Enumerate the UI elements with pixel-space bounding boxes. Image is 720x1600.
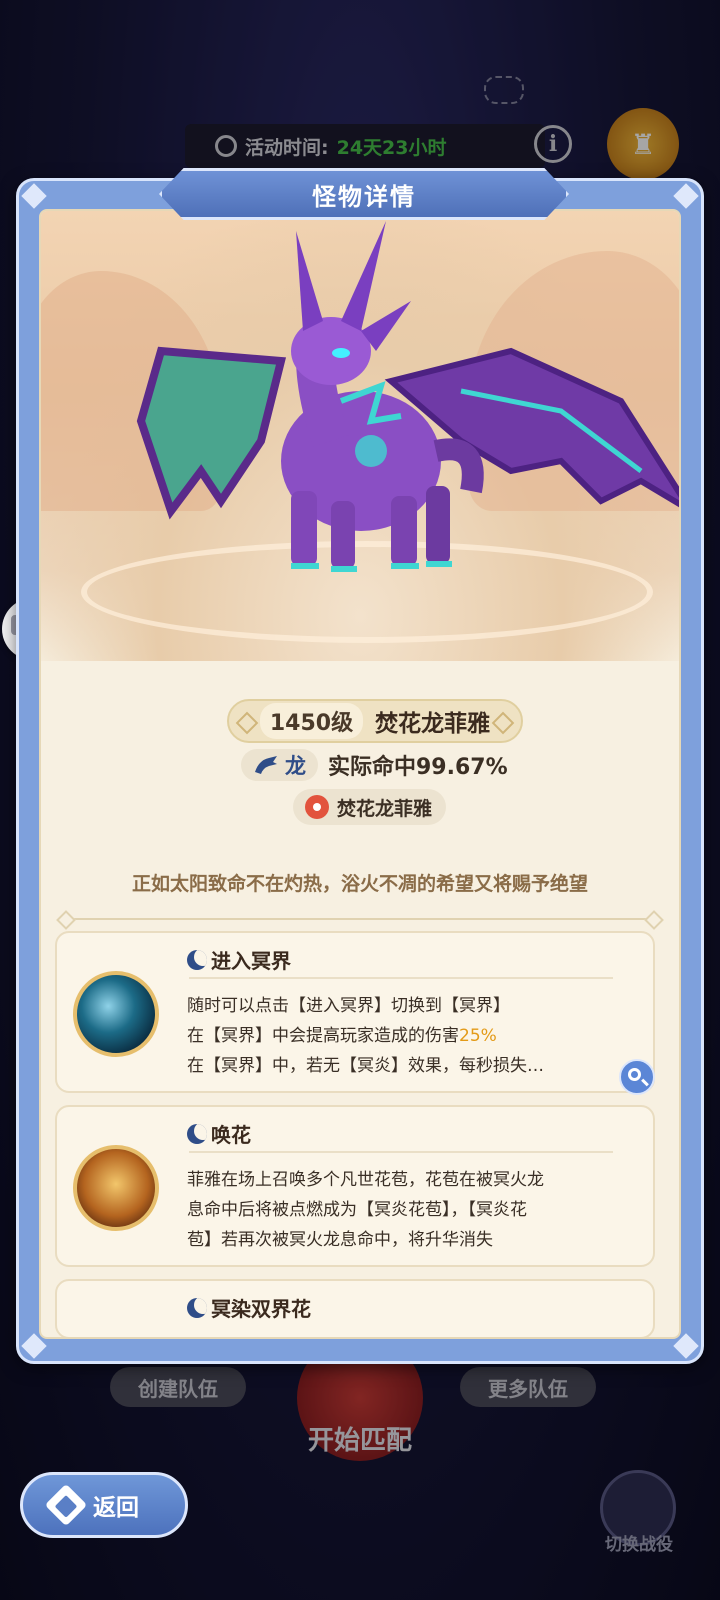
- corner-ornament: [21, 183, 47, 209]
- type-badge: 龙: [241, 749, 318, 781]
- damage-bonus: 25%: [459, 1026, 497, 1046]
- location-label: 焚花龙菲雅: [337, 797, 433, 820]
- section-divider: [59, 918, 661, 920]
- skill-card: 冥染双界花: [55, 1279, 655, 1337]
- monster-detail-modal: 1450级 焚花龙菲雅 龙 实际命中99.67% 焚花龙菲雅 正如太阳致命不在灼…: [16, 168, 704, 1364]
- back-button[interactable]: 返回: [20, 1472, 188, 1538]
- skill-name: 进入冥界: [211, 949, 291, 973]
- skill-name: 冥染双界花: [211, 1297, 311, 1321]
- rose-skill-icon: [73, 1145, 159, 1231]
- moon-icon: [187, 1297, 207, 1318]
- moon-icon: [187, 1123, 207, 1144]
- monster-name-plate: 1450级 焚花龙菲雅: [227, 699, 523, 743]
- zoom-icon[interactable]: [619, 1059, 655, 1095]
- skill-description: 菲雅在场上召唤多个凡世花苞，花苞在被冥火龙 息命中后将被点燃成为【冥炎花苞】，【…: [187, 1170, 544, 1250]
- modal-content: 1450级 焚花龙菲雅 龙 实际命中99.67% 焚花龙菲雅 正如太阳致命不在灼…: [39, 209, 681, 1339]
- back-label: 返回: [93, 1495, 139, 1521]
- location-pin-icon: [305, 795, 329, 819]
- skill-card: 唤花 菲雅在场上召唤多个凡世花苞，花苞在被冥火龙 息命中后将被点燃成为【冥炎花苞…: [55, 1105, 655, 1267]
- skill-card: 进入冥界 随时可以点击【进入冥界】切换到【冥界】 在【冥界】中会提高玩家造成的伤…: [55, 931, 655, 1095]
- monster-type-row: 龙 实际命中99.67%: [241, 749, 508, 781]
- skill-title: 进入冥界: [187, 945, 291, 974]
- skill-list[interactable]: 进入冥界 随时可以点击【进入冥界】切换到【冥界】 在【冥界】中会提高玩家造成的伤…: [55, 931, 655, 1337]
- hit-rate: 实际命中99.67%: [328, 755, 508, 780]
- modal-title: 怪物详情: [159, 168, 569, 220]
- location-button[interactable]: 焚花龙菲雅: [293, 789, 447, 825]
- dragon-type-icon: [255, 756, 277, 774]
- monster-type: 龙: [285, 754, 306, 778]
- back-arrow-icon: [44, 1483, 88, 1527]
- moon-icon: [187, 949, 207, 970]
- skill-name: 唤花: [211, 1123, 251, 1147]
- corner-ornament: [673, 183, 699, 209]
- dragon-image: [136, 221, 679, 572]
- monster-level: 1450级: [259, 703, 364, 739]
- skill-description: 随时可以点击【进入冥界】切换到【冥界】 在【冥界】中会提高玩家造成的伤害25% …: [187, 996, 544, 1076]
- skill-title: 冥染双界花: [187, 1293, 311, 1322]
- monster-scene: [41, 211, 679, 661]
- netherworld-skill-icon: [73, 971, 159, 1057]
- flavor-text: 正如太阳致命不在灼热，浴火不凋的希望又将赐予绝望: [131, 873, 588, 895]
- monster-name: 焚花龙菲雅: [375, 711, 491, 737]
- skill-title: 唤花: [187, 1119, 251, 1148]
